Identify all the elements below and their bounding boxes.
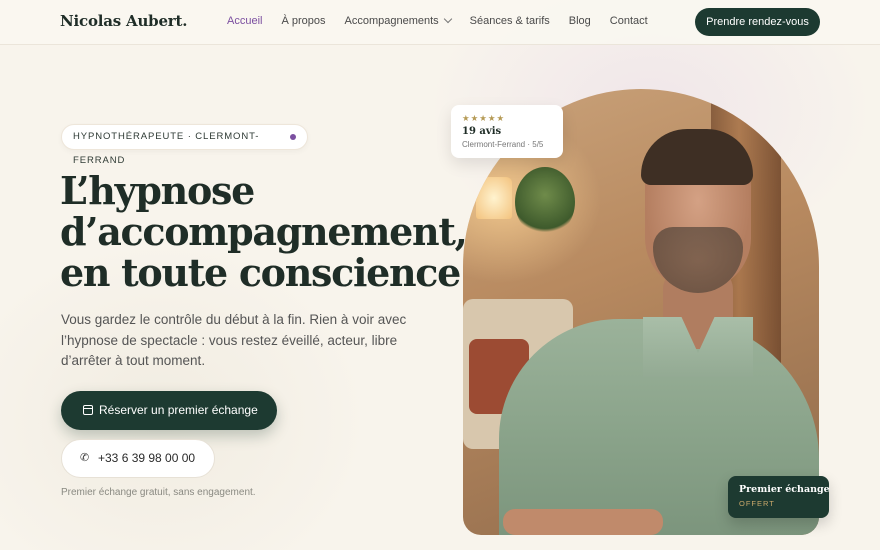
nav-item-a-propos[interactable]: À propos bbox=[281, 15, 325, 27]
offer-card: Premier échange OFFERT bbox=[728, 476, 830, 518]
nav-item-accompagnements[interactable]: Accompagnements bbox=[344, 14, 452, 27]
portrait-plant bbox=[515, 167, 575, 237]
hero-lead: Vous gardez le contrôle du début à la fi… bbox=[61, 312, 407, 368]
profession-badge: HYPNOTHÉRAPEUTE · CLERMONT-FERRAND bbox=[61, 124, 308, 166]
nav-item-blog[interactable]: Blog bbox=[569, 15, 591, 27]
phone-icon: ✆ bbox=[80, 452, 90, 464]
chevron-down-icon bbox=[443, 14, 452, 24]
review-card: ★★★★★ 19 avis Clermont-Ferrand · 5/5 bbox=[451, 105, 563, 158]
free-exchange-note: Premier échange gratuit, sans engagement… bbox=[61, 487, 256, 498]
nav-item-accueil[interactable]: Accueil bbox=[227, 15, 262, 27]
book-appointment-button[interactable]: Prendre rendez-vous bbox=[695, 8, 820, 36]
hero-headline: L’hypnose d’accompagnement, en toute con… bbox=[60, 168, 473, 295]
headline-line-3: en toute conscience. bbox=[60, 250, 473, 295]
offer-title: Premier échange bbox=[739, 484, 830, 495]
offer-subtitle: OFFERT bbox=[739, 499, 775, 508]
portrait-lamp bbox=[476, 177, 512, 219]
portrait-hands bbox=[503, 509, 663, 535]
main-nav: Accueil À propos Accompagnements Séances… bbox=[227, 14, 667, 27]
status-dot bbox=[290, 134, 296, 140]
nav-item-seances-tarifs[interactable]: Séances & tarifs bbox=[470, 15, 550, 27]
headline-line-2: d’accompagnement, bbox=[60, 209, 468, 254]
nav-item-accompagnements-label: Accompagnements bbox=[344, 15, 439, 27]
review-count: 19 avis bbox=[462, 126, 502, 137]
phone-number: +33 6 39 98 00 00 bbox=[98, 451, 196, 465]
site-header: Nicolas Aubert. Accueil À propos Accompa… bbox=[0, 0, 880, 45]
headline-line-1: L’hypnose bbox=[60, 168, 255, 213]
rating-stars-icon: ★★★★★ bbox=[462, 113, 506, 123]
reserve-first-exchange-button[interactable]: Réserver un premier échange bbox=[61, 391, 277, 430]
calendar-icon bbox=[83, 405, 93, 415]
phone-button[interactable]: ✆ +33 6 39 98 00 00 bbox=[61, 439, 215, 478]
reserve-button-label: Réserver un premier échange bbox=[99, 403, 258, 417]
nav-item-contact[interactable]: Contact bbox=[610, 15, 648, 27]
review-meta: Clermont-Ferrand · 5/5 bbox=[462, 140, 544, 149]
brand-logo[interactable]: Nicolas Aubert. bbox=[60, 12, 187, 30]
